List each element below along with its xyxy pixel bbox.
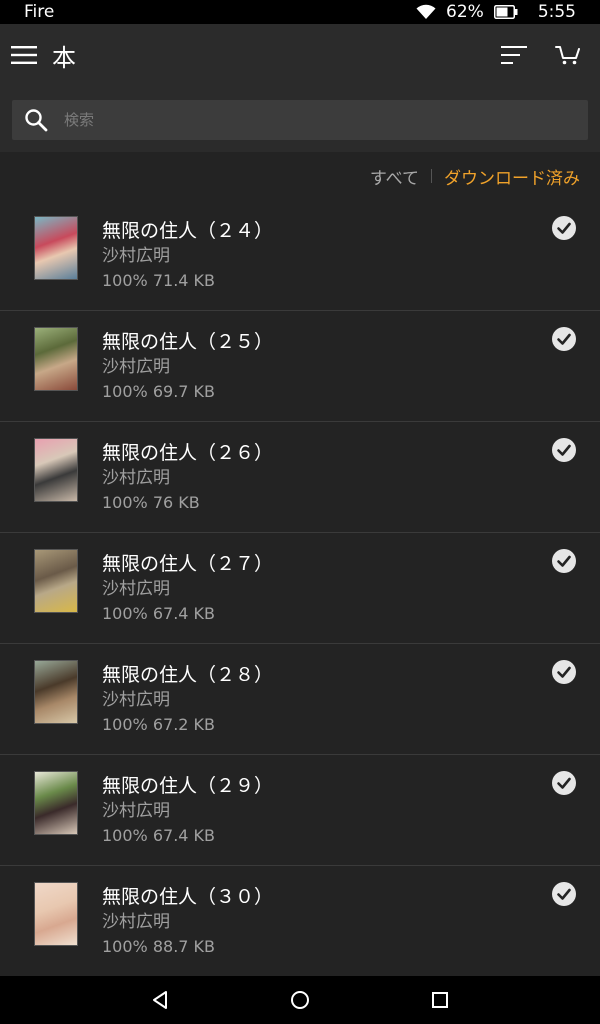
book-title: 無限の住人（２６） xyxy=(102,442,274,464)
wifi-icon xyxy=(416,4,436,20)
book-row[interactable]: 無限の住人（２８） 沙村広明 100% 67.2 KB xyxy=(0,644,600,755)
status-indicators: 62% 5:55 xyxy=(416,2,576,22)
check-circle-icon xyxy=(552,882,576,906)
book-row[interactable]: 無限の住人（２６） 沙村広明 100% 76 KB xyxy=(0,422,600,533)
book-progress: 100% xyxy=(102,715,148,734)
book-author: 沙村広明 xyxy=(102,468,170,488)
page-title: 本 xyxy=(52,43,76,72)
book-progress: 100% xyxy=(102,937,148,956)
navigation-bar xyxy=(0,976,600,1024)
check-circle-icon xyxy=(552,216,576,240)
battery-percent: 62% xyxy=(446,2,484,22)
carrier-label: Fire xyxy=(24,2,55,22)
book-meta: 100% 88.7 KB xyxy=(102,937,215,956)
filter-downloaded-tab[interactable]: ダウンロード済み xyxy=(444,164,580,189)
menu-button[interactable] xyxy=(0,31,48,79)
book-cover xyxy=(34,660,78,724)
filter-row: すべて ダウンロード済み xyxy=(0,152,600,200)
book-row[interactable]: 無限の住人（３０） 沙村広明 100% 88.7 KB xyxy=(0,866,600,977)
back-button[interactable] xyxy=(140,980,180,1020)
book-list: 無限の住人（２４） 沙村広明 100% 71.4 KB 無限の住人（２５） 沙村… xyxy=(0,200,600,977)
book-cover xyxy=(34,216,78,280)
book-title: 無限の住人（２４） xyxy=(102,220,274,242)
book-size: 76 KB xyxy=(152,493,200,512)
status-bar: Fire 62% 5:55 xyxy=(0,0,600,24)
cart-icon xyxy=(555,46,580,65)
search-icon[interactable] xyxy=(12,108,60,132)
back-icon xyxy=(153,991,167,1009)
check-circle-icon xyxy=(552,438,576,462)
book-author: 沙村広明 xyxy=(102,912,170,932)
book-author: 沙村広明 xyxy=(102,246,170,266)
book-cover xyxy=(34,549,78,613)
menu-icon xyxy=(11,46,37,64)
book-row[interactable]: 無限の住人（２７） 沙村広明 100% 67.4 KB xyxy=(0,533,600,644)
filter-divider xyxy=(431,169,432,183)
book-progress: 100% xyxy=(102,271,148,290)
book-title: 無限の住人（２９） xyxy=(102,775,274,797)
check-circle-icon xyxy=(552,660,576,684)
book-row[interactable]: 無限の住人（２９） 沙村広明 100% 67.4 KB xyxy=(0,755,600,866)
book-meta: 100% 69.7 KB xyxy=(102,382,215,401)
app-bar: 本 xyxy=(0,24,600,152)
home-icon xyxy=(291,991,309,1009)
book-author: 沙村広明 xyxy=(102,690,170,710)
book-size: 88.7 KB xyxy=(152,937,216,956)
search-box[interactable] xyxy=(12,100,588,140)
sort-icon xyxy=(501,46,527,64)
book-progress: 100% xyxy=(102,826,148,845)
recents-icon xyxy=(432,992,448,1008)
book-cover xyxy=(34,882,78,946)
book-meta: 100% 67.4 KB xyxy=(102,604,215,623)
book-meta: 100% 67.4 KB xyxy=(102,826,215,845)
book-title: 無限の住人（２８） xyxy=(102,664,274,686)
book-size: 67.4 KB xyxy=(152,826,216,845)
clock: 5:55 xyxy=(537,2,576,22)
book-progress: 100% xyxy=(102,493,148,512)
search-input[interactable] xyxy=(60,100,588,140)
book-row[interactable]: 無限の住人（２４） 沙村広明 100% 71.4 KB xyxy=(0,200,600,311)
home-button[interactable] xyxy=(280,980,320,1020)
check-circle-icon xyxy=(552,549,576,573)
book-author: 沙村広明 xyxy=(102,357,170,377)
book-author: 沙村広明 xyxy=(102,579,170,599)
cart-button[interactable] xyxy=(544,31,592,79)
battery-icon xyxy=(493,5,518,19)
sort-button[interactable] xyxy=(490,31,538,79)
book-cover xyxy=(34,771,78,835)
book-size: 67.2 KB xyxy=(152,715,216,734)
check-circle-icon xyxy=(552,327,576,351)
book-progress: 100% xyxy=(102,382,148,401)
book-title: 無限の住人（３０） xyxy=(102,886,274,908)
book-size: 71.4 KB xyxy=(152,271,216,290)
recents-button[interactable] xyxy=(420,980,460,1020)
book-meta: 100% 76 KB xyxy=(102,493,200,512)
book-size: 69.7 KB xyxy=(152,382,216,401)
book-progress: 100% xyxy=(102,604,148,623)
book-title: 無限の住人（２５） xyxy=(102,331,274,353)
book-meta: 100% 67.2 KB xyxy=(102,715,215,734)
toolbar: 本 xyxy=(0,24,600,86)
book-row[interactable]: 無限の住人（２５） 沙村広明 100% 69.7 KB xyxy=(0,311,600,422)
book-title: 無限の住人（２７） xyxy=(102,553,274,575)
book-size: 67.4 KB xyxy=(152,604,216,623)
check-circle-icon xyxy=(552,771,576,795)
book-author: 沙村広明 xyxy=(102,801,170,821)
filter-all-tab[interactable]: すべて xyxy=(370,164,419,189)
book-cover xyxy=(34,327,78,391)
book-meta: 100% 71.4 KB xyxy=(102,271,215,290)
book-cover xyxy=(34,438,78,502)
